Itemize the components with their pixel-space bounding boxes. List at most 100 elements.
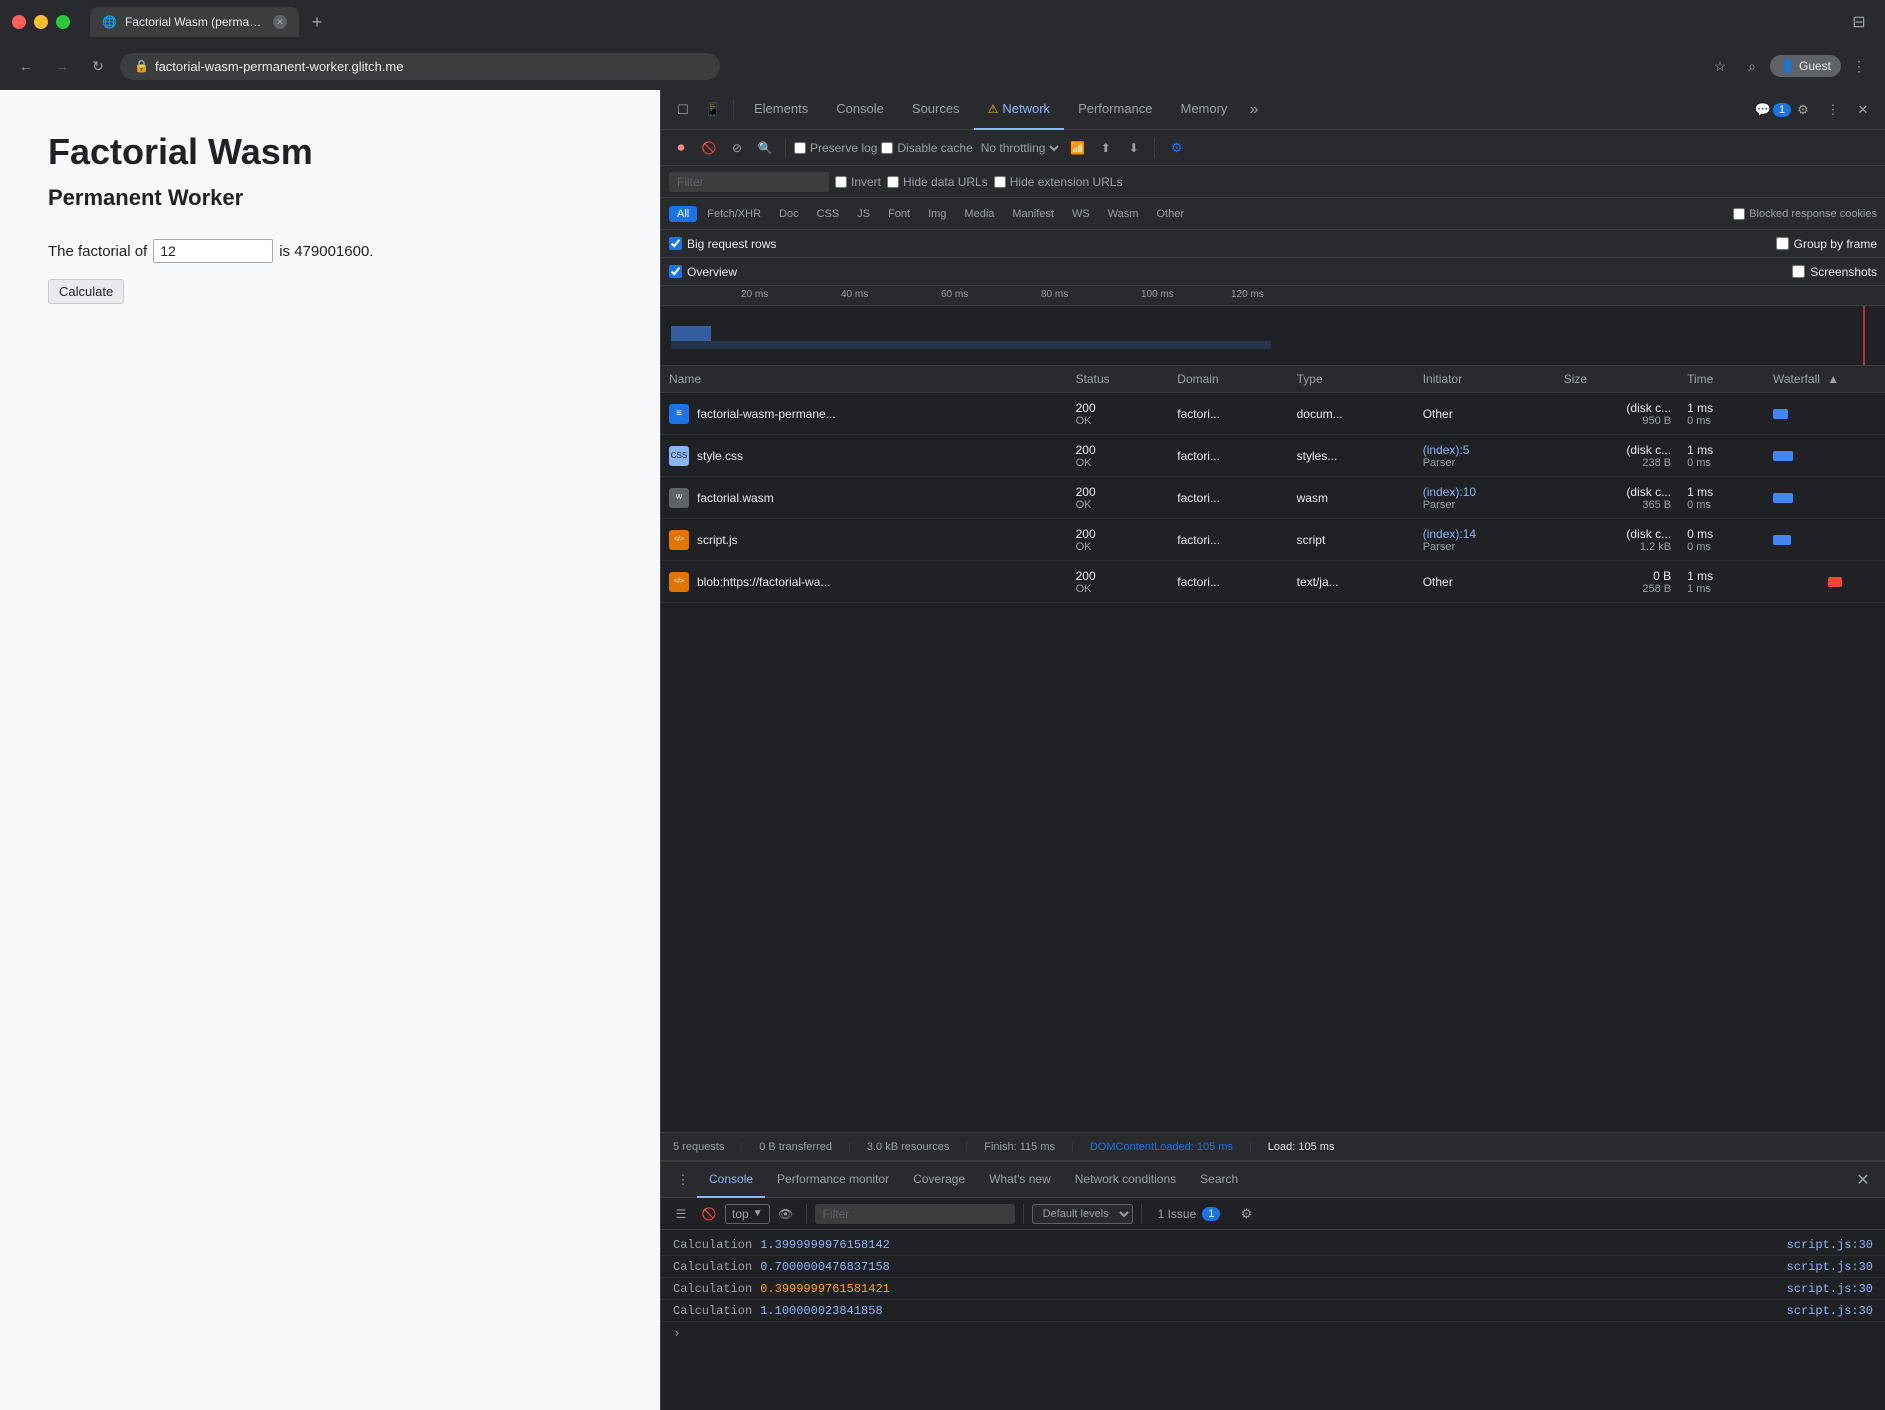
- console-settings-btn[interactable]: ⚙: [1232, 1200, 1260, 1228]
- col-initiator[interactable]: Initiator: [1415, 366, 1556, 393]
- back-btn[interactable]: ←: [12, 52, 40, 80]
- filter-input[interactable]: [669, 172, 829, 192]
- filter-media[interactable]: Media: [956, 206, 1002, 222]
- record-btn[interactable]: ⏺: [669, 136, 693, 160]
- restore-window-btn[interactable]: ⊟: [1845, 8, 1873, 36]
- export-har-btn[interactable]: ⬆: [1094, 136, 1118, 160]
- bookmark-btn[interactable]: ☆: [1706, 52, 1734, 80]
- issues-count-btn[interactable]: 1 Issue 1: [1150, 1205, 1229, 1223]
- col-status[interactable]: Status: [1068, 366, 1170, 393]
- new-tab-btn[interactable]: +: [303, 8, 331, 36]
- invert-option[interactable]: Invert: [835, 175, 881, 189]
- network-settings-btn[interactable]: ⚙: [1163, 134, 1191, 162]
- hide-ext-urls-checkbox[interactable]: [994, 176, 1006, 188]
- settings-btn[interactable]: ⚙: [1789, 96, 1817, 124]
- console-tab-search[interactable]: Search: [1188, 1162, 1250, 1198]
- filter-fetch-xhr[interactable]: Fetch/XHR: [699, 206, 769, 222]
- table-row[interactable]: </> blob:https://factorial-wa... 200 OK …: [661, 561, 1885, 603]
- profile-btn[interactable]: 👤 Guest: [1770, 55, 1841, 77]
- close-window-btn[interactable]: [12, 15, 26, 29]
- log-file-1[interactable]: script.js:30: [1787, 1238, 1873, 1252]
- col-size[interactable]: Size: [1556, 366, 1679, 393]
- browser-tab[interactable]: 🌐 Factorial Wasm (permanent... ✕: [90, 7, 299, 37]
- console-tab-whats-new[interactable]: What's new: [977, 1162, 1063, 1198]
- import-btn[interactable]: ⬇: [1122, 136, 1146, 160]
- extensions-btn[interactable]: ⋮: [1845, 52, 1873, 80]
- issues-btn[interactable]: 💬 1: [1759, 96, 1787, 124]
- filter-js[interactable]: JS: [849, 206, 878, 222]
- more-tabs-btn[interactable]: »: [1241, 101, 1266, 119]
- invert-checkbox[interactable]: [835, 176, 847, 188]
- search-btn[interactable]: 🔍: [753, 136, 777, 160]
- group-by-frame-label[interactable]: Group by frame: [1776, 237, 1877, 251]
- clear-btn[interactable]: 🚫: [697, 136, 721, 160]
- preserve-log-checkbox[interactable]: [794, 142, 806, 154]
- reload-btn[interactable]: ↻: [84, 52, 112, 80]
- filter-all[interactable]: All: [669, 206, 697, 222]
- zoom-btn[interactable]: ⌕: [1738, 52, 1766, 80]
- screenshots-checkbox[interactable]: [1792, 265, 1805, 278]
- filter-ws[interactable]: WS: [1064, 206, 1098, 222]
- disable-cache-label[interactable]: Disable cache: [881, 141, 972, 155]
- col-time[interactable]: Time: [1679, 366, 1765, 393]
- log-file-2[interactable]: script.js:30: [1787, 1260, 1873, 1274]
- tab-sources[interactable]: Sources: [898, 90, 974, 130]
- disable-cache-checkbox[interactable]: [881, 142, 893, 154]
- console-tab-console[interactable]: Console: [697, 1162, 765, 1198]
- filter-other[interactable]: Other: [1148, 206, 1192, 222]
- big-request-rows-label[interactable]: Big request rows: [669, 237, 776, 251]
- console-tab-coverage[interactable]: Coverage: [901, 1162, 977, 1198]
- network-conditions-btn[interactable]: 📶: [1066, 136, 1090, 160]
- hide-ext-urls-option[interactable]: Hide extension URLs: [994, 175, 1123, 189]
- calculate-btn[interactable]: Calculate: [48, 279, 124, 304]
- throttle-select[interactable]: No throttling: [977, 140, 1062, 156]
- console-menu-btn[interactable]: ⋮: [669, 1166, 697, 1194]
- forward-btn[interactable]: →: [48, 52, 76, 80]
- col-domain[interactable]: Domain: [1169, 366, 1288, 393]
- inspect-element-btn[interactable]: ☐: [669, 96, 697, 124]
- filter-font[interactable]: Font: [880, 206, 918, 222]
- tab-performance[interactable]: Performance: [1064, 90, 1166, 130]
- tab-elements[interactable]: Elements: [740, 90, 822, 130]
- fullscreen-window-btn[interactable]: [56, 15, 70, 29]
- console-eye-btn[interactable]: 👁: [774, 1202, 798, 1226]
- hide-data-urls-option[interactable]: Hide data URLs: [887, 175, 988, 189]
- overview-checkbox[interactable]: [669, 265, 682, 278]
- filter-doc[interactable]: Doc: [771, 206, 807, 222]
- screenshots-label[interactable]: Screenshots: [1792, 265, 1877, 279]
- group-by-frame-checkbox[interactable]: [1776, 237, 1789, 250]
- filter-css[interactable]: CSS: [809, 206, 848, 222]
- close-devtools-btn[interactable]: ✕: [1849, 96, 1877, 124]
- filter-img[interactable]: Img: [920, 206, 954, 222]
- table-row[interactable]: ≡ factorial-wasm-permane... 200 OK facto…: [661, 393, 1885, 435]
- console-sidebar-btn[interactable]: ☰: [669, 1202, 693, 1226]
- col-type[interactable]: Type: [1289, 366, 1415, 393]
- context-selector[interactable]: top ▼: [725, 1204, 770, 1224]
- preserve-log-label[interactable]: Preserve log: [794, 141, 877, 155]
- network-table-container[interactable]: Name Status Domain Type Initiator Size T…: [661, 366, 1885, 1132]
- factorial-input[interactable]: [153, 239, 273, 263]
- tab-console[interactable]: Console: [822, 90, 898, 130]
- col-waterfall[interactable]: Waterfall ▲: [1765, 366, 1885, 393]
- table-row[interactable]: CSS style.css 200 OK factori... styles..…: [661, 435, 1885, 477]
- col-name[interactable]: Name: [661, 366, 1068, 393]
- customize-btn[interactable]: ⋮: [1819, 96, 1847, 124]
- blocked-cookies-label[interactable]: Blocked response cookies: [1733, 208, 1877, 220]
- levels-select[interactable]: Default levels: [1032, 1204, 1133, 1224]
- hide-data-urls-checkbox[interactable]: [887, 176, 899, 188]
- console-tab-network-conditions[interactable]: Network conditions: [1063, 1162, 1188, 1198]
- big-request-rows-checkbox[interactable]: [669, 237, 682, 250]
- filter-btn[interactable]: ⊘: [725, 136, 749, 160]
- table-row[interactable]: </> script.js 200 OK factori... script: [661, 519, 1885, 561]
- tab-network[interactable]: ⚠ Network: [974, 90, 1064, 130]
- tab-close-btn[interactable]: ✕: [273, 15, 287, 29]
- console-tab-performance[interactable]: Performance monitor: [765, 1162, 901, 1198]
- device-mode-btn[interactable]: 📱: [699, 96, 727, 124]
- console-close-btn[interactable]: ✕: [1849, 1166, 1877, 1194]
- tab-memory[interactable]: Memory: [1166, 90, 1241, 130]
- console-clear-btn[interactable]: 🚫: [697, 1202, 721, 1226]
- minimize-window-btn[interactable]: [34, 15, 48, 29]
- address-bar[interactable]: 🔒 factorial-wasm-permanent-worker.glitch…: [120, 53, 720, 80]
- log-file-3[interactable]: script.js:30: [1787, 1282, 1873, 1296]
- filter-wasm[interactable]: Wasm: [1100, 206, 1147, 222]
